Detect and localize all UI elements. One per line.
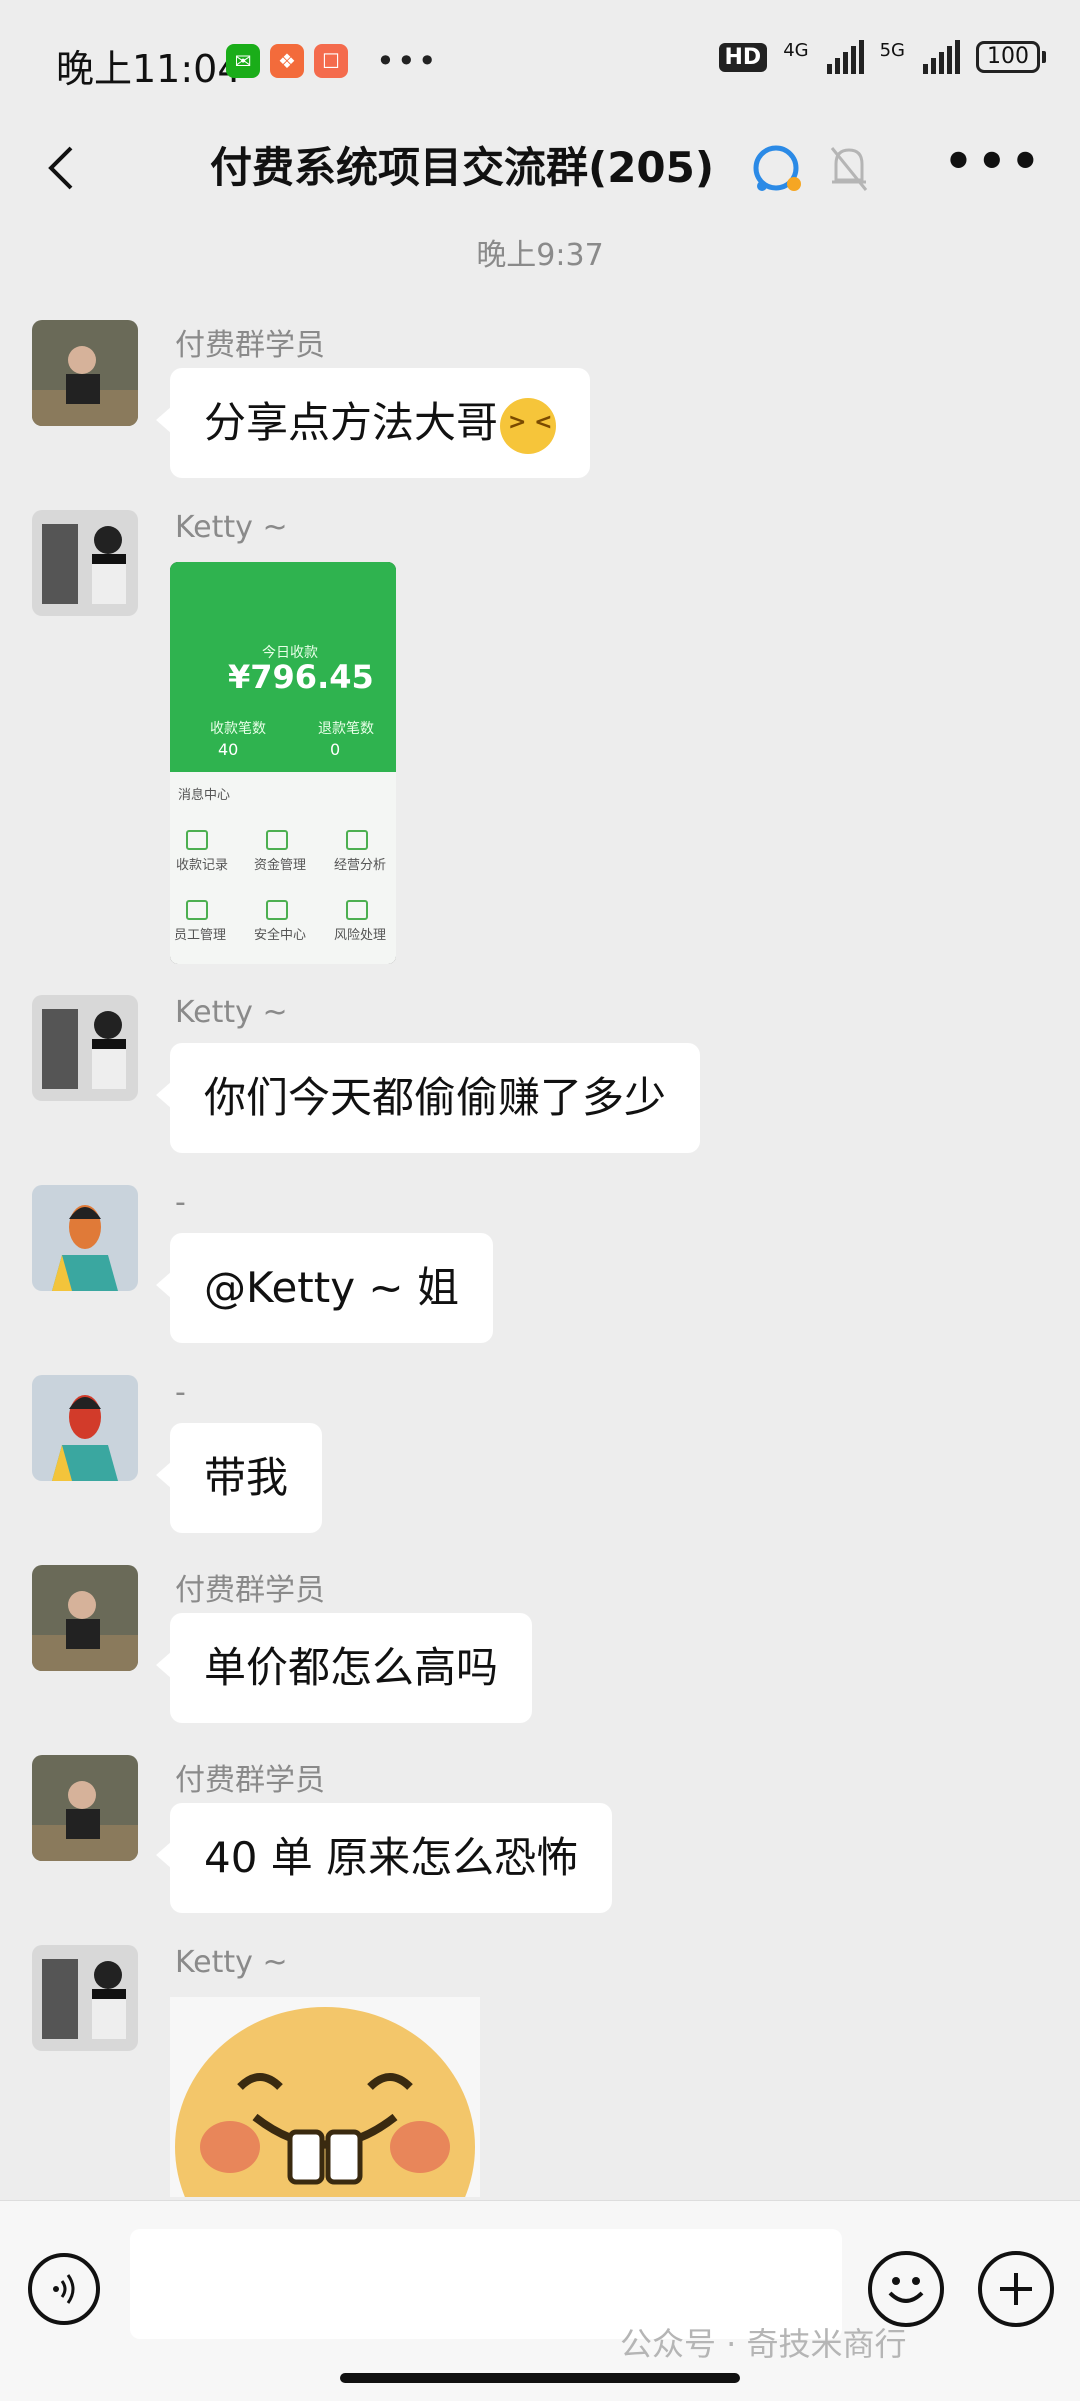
message-text: 40 单 原来怎么恐怖 (204, 1833, 579, 1882)
avatar[interactable] (32, 320, 138, 426)
avatar[interactable] (32, 1375, 138, 1481)
sender-name: Ketty ~ (175, 995, 288, 1030)
payment-screenshot-image[interactable]: 今日收款 ¥796.45 收款笔数 退款笔数 40 0 消息中心 收款记录 资金… (170, 562, 396, 964)
sender-name: - (175, 1185, 186, 1220)
status-time: 晚上11:04 (56, 47, 242, 91)
buck-tooth-smiley-icon (175, 2007, 475, 2197)
sender-name: 付费群学员 (175, 1573, 325, 1608)
voice-icon (53, 2274, 75, 2304)
status-right: HD 4G 5G 100 (718, 40, 1046, 74)
message-text: 你们今天都偷偷赚了多少 (204, 1073, 667, 1122)
home-indicator[interactable] (340, 2373, 740, 2383)
message-bubble[interactable]: 单价都怎么高吗 (155, 1613, 533, 1723)
avatar[interactable] (32, 510, 138, 616)
voice-button[interactable] (28, 2253, 100, 2325)
squint-emoji-icon (500, 368, 557, 478)
network-label-4g: 4G (783, 40, 809, 61)
emoji-button[interactable] (868, 2251, 944, 2327)
message-bubble[interactable]: 分享点方法大哥 (155, 368, 591, 478)
message-text: 带我 (204, 1453, 289, 1502)
more-notifications-icon: ••• (376, 42, 439, 80)
more-options-button[interactable]: ••• (944, 134, 1044, 188)
message-timestamp: 晚上9:37 (476, 238, 604, 273)
app-icon: ❖ (270, 44, 304, 78)
message-text: 单价都怎么高吗 (204, 1643, 499, 1692)
message-bubble[interactable]: 你们今天都偷偷赚了多少 (155, 1043, 701, 1153)
avatar[interactable] (32, 1945, 138, 2051)
sender-name: Ketty ~ (175, 1945, 288, 1980)
smile-icon (888, 2277, 924, 2303)
status-bar: 晚上11:04 ✉ ❖ ☐ ••• HD 4G 5G 100 (0, 0, 1080, 120)
message-bubble[interactable]: @Ketty ~ 姐 (156, 1233, 493, 1343)
message-bubble[interactable]: 带我 (155, 1423, 323, 1533)
signal-icon-2 (923, 40, 960, 74)
sender-name: 付费群学员 (175, 1763, 325, 1798)
message-text: 分享点方法大哥 (204, 398, 499, 447)
avatar[interactable] (32, 995, 138, 1101)
shop-icon: ☐ (314, 44, 348, 78)
message-text: @Ketty ~ 姐 (204, 1263, 459, 1312)
avatar[interactable] (32, 1755, 138, 1861)
network-label-5g: 5G (879, 40, 905, 61)
avatar[interactable] (32, 1185, 138, 1291)
status-app-icons: ✉ ❖ ☐ ••• (226, 42, 439, 80)
sender-name: Ketty ~ (175, 510, 288, 545)
image-count-2: 0 (330, 740, 341, 759)
enterprise-chat-icon (753, 145, 801, 191)
message-bubble[interactable]: 40 单 原来怎么恐怖 (155, 1803, 613, 1913)
chat-header: 付费系统项目交流群(205) ••• (0, 120, 1080, 220)
image-amount: ¥796.45 (228, 658, 374, 696)
back-button[interactable] (30, 138, 90, 198)
mute-bell-icon (830, 147, 868, 191)
sender-name: - (175, 1375, 186, 1410)
chevron-left-icon (48, 146, 73, 190)
watermark: 公众号 · 奇技米商行 (620, 2325, 907, 2363)
input-bar: 公众号 · 奇技米商行 (0, 2200, 1080, 2401)
battery-indicator: 100 (976, 41, 1046, 73)
hd-badge: HD (718, 42, 768, 72)
sender-name: 付费群学员 (175, 328, 325, 363)
group-title: 付费系统项目交流群(205) (210, 143, 715, 192)
wechat-icon: ✉ (226, 44, 260, 78)
add-more-button[interactable] (978, 2251, 1054, 2327)
avatar[interactable] (32, 1565, 138, 1671)
signal-icon (826, 40, 864, 74)
sticker-image[interactable] (170, 1997, 480, 2197)
image-count: 40 (218, 740, 239, 759)
chat-area: 晚上9:37 付费群学员 分享点方法大哥 Ketty ~ 今日收款 ¥796.4… (0, 220, 1080, 2200)
